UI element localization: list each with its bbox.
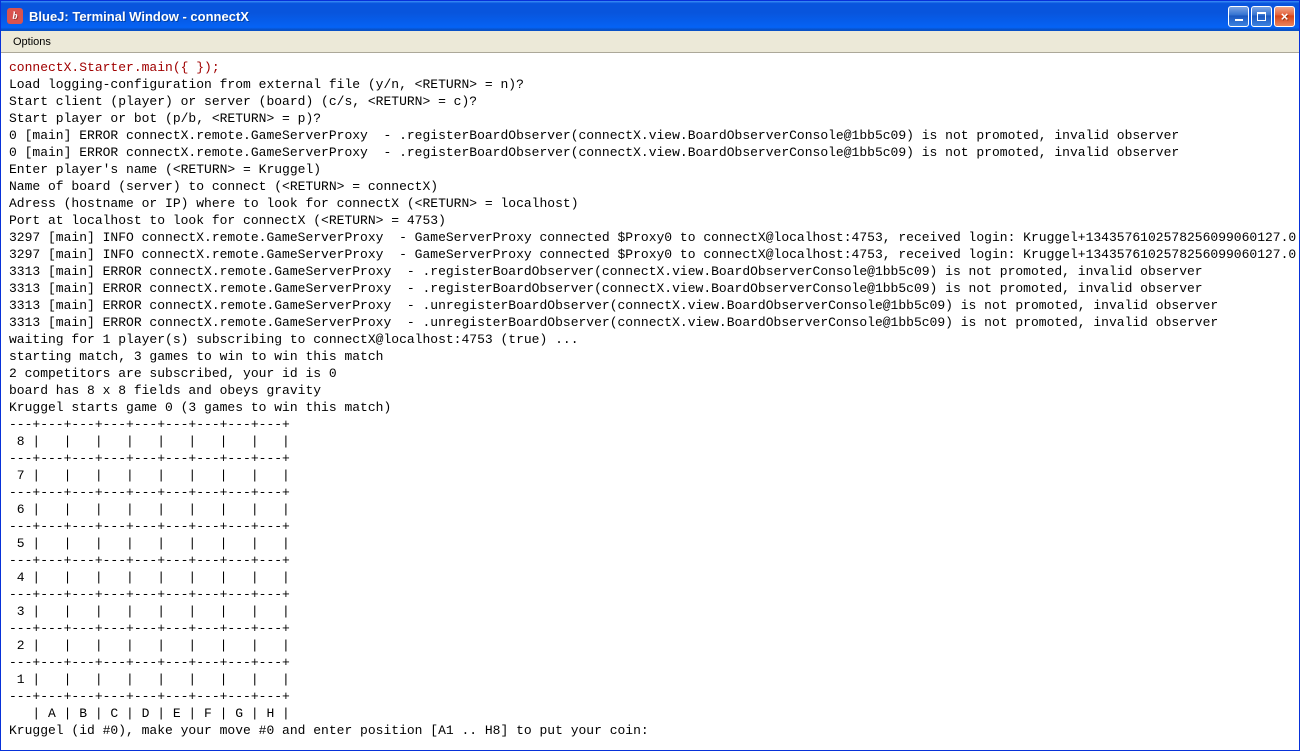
terminal-line: Enter player's name (<RETURN> = Kruggel)	[9, 161, 1291, 178]
terminal-invoke-line: connectX.Starter.main({ });	[9, 59, 1291, 76]
terminal-line: 3313 [main] ERROR connectX.remote.GameSe…	[9, 297, 1291, 314]
window-frame: b BlueJ: Terminal Window - connectX × Op…	[0, 0, 1300, 751]
menu-options[interactable]: Options	[5, 34, 59, 50]
terminal-line: 2 competitors are subscribed, your id is…	[9, 365, 1291, 382]
terminal-line: Name of board (server) to connect (<RETU…	[9, 178, 1291, 195]
terminal-line: 3297 [main] INFO connectX.remote.GameSer…	[9, 229, 1291, 246]
app-icon: b	[7, 8, 23, 24]
terminal-line: ---+---+---+---+---+---+---+---+---+	[9, 620, 1291, 637]
terminal-line: waiting for 1 player(s) subscribing to c…	[9, 331, 1291, 348]
titlebar[interactable]: b BlueJ: Terminal Window - connectX ×	[1, 1, 1299, 31]
terminal-line: 3313 [main] ERROR connectX.remote.GameSe…	[9, 280, 1291, 297]
terminal-line: starting match, 3 games to win to win th…	[9, 348, 1291, 365]
terminal-line: Kruggel starts game 0 (3 games to win th…	[9, 399, 1291, 416]
terminal-line: board has 8 x 8 fields and obeys gravity	[9, 382, 1291, 399]
close-icon: ×	[1281, 10, 1289, 23]
window-controls: ×	[1228, 6, 1295, 27]
terminal-line: ---+---+---+---+---+---+---+---+---+	[9, 552, 1291, 569]
terminal-line: | A | B | C | D | E | F | G | H |	[9, 705, 1291, 722]
maximize-icon	[1257, 12, 1266, 21]
terminal-line: 5 | | | | | | | | |	[9, 535, 1291, 552]
terminal-line: ---+---+---+---+---+---+---+---+---+	[9, 518, 1291, 535]
maximize-button[interactable]	[1251, 6, 1272, 27]
minimize-icon	[1235, 19, 1243, 21]
terminal-line: 7 | | | | | | | | |	[9, 467, 1291, 484]
terminal-line: ---+---+---+---+---+---+---+---+---+	[9, 416, 1291, 433]
terminal-line: 4 | | | | | | | | |	[9, 569, 1291, 586]
terminal-line: 8 | | | | | | | | |	[9, 433, 1291, 450]
terminal-line: 0 [main] ERROR connectX.remote.GameServe…	[9, 127, 1291, 144]
terminal-line: ---+---+---+---+---+---+---+---+---+	[9, 688, 1291, 705]
terminal-line: ---+---+---+---+---+---+---+---+---+	[9, 450, 1291, 467]
terminal-line: Kruggel (id #0), make your move #0 and e…	[9, 722, 1291, 739]
terminal-line: ---+---+---+---+---+---+---+---+---+	[9, 484, 1291, 501]
minimize-button[interactable]	[1228, 6, 1249, 27]
window-title: BlueJ: Terminal Window - connectX	[29, 9, 1228, 24]
terminal-line: 3313 [main] ERROR connectX.remote.GameSe…	[9, 263, 1291, 280]
terminal-output[interactable]: connectX.Starter.main({ });Load logging-…	[1, 53, 1299, 750]
menubar: Options	[1, 31, 1299, 53]
terminal-line: Port at localhost to look for connectX (…	[9, 212, 1291, 229]
close-button[interactable]: ×	[1274, 6, 1295, 27]
terminal-line: 0 [main] ERROR connectX.remote.GameServe…	[9, 144, 1291, 161]
terminal-line: Start client (player) or server (board) …	[9, 93, 1291, 110]
terminal-line: Load logging-configuration from external…	[9, 76, 1291, 93]
terminal-line: 6 | | | | | | | | |	[9, 501, 1291, 518]
terminal-line: Start player or bot (p/b, <RETURN> = p)?	[9, 110, 1291, 127]
terminal-line: 3297 [main] INFO connectX.remote.GameSer…	[9, 246, 1291, 263]
terminal-line: ---+---+---+---+---+---+---+---+---+	[9, 654, 1291, 671]
terminal-line: 3 | | | | | | | | |	[9, 603, 1291, 620]
terminal-line: Adress (hostname or IP) where to look fo…	[9, 195, 1291, 212]
terminal-line: ---+---+---+---+---+---+---+---+---+	[9, 586, 1291, 603]
terminal-line: 2 | | | | | | | | |	[9, 637, 1291, 654]
terminal-line: 3313 [main] ERROR connectX.remote.GameSe…	[9, 314, 1291, 331]
terminal-line: 1 | | | | | | | | |	[9, 671, 1291, 688]
